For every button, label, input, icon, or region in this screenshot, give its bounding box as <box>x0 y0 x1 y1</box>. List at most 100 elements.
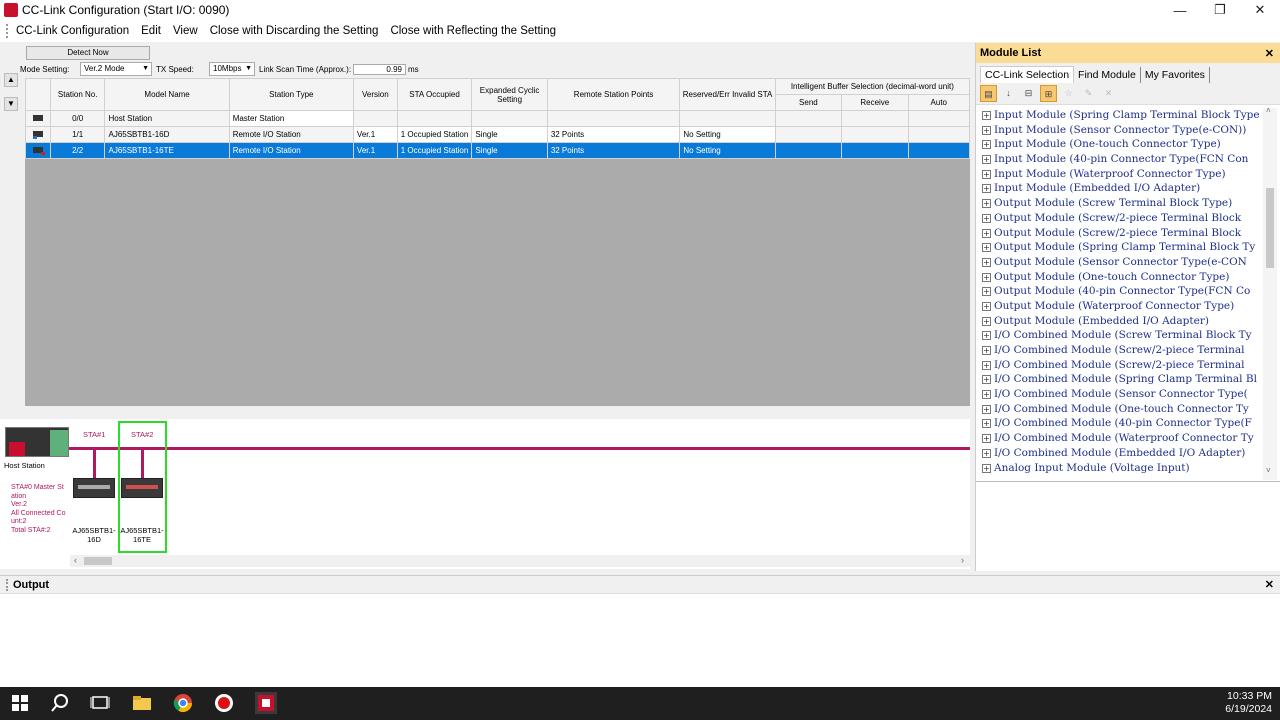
table-row[interactable]: 1/1 AJ65SBTB1-16D Remote I/O Station Ver… <box>25 126 971 143</box>
col-model-name[interactable]: Model Name <box>104 78 230 111</box>
list-item[interactable]: + Input Module (Waterproof Connector Type… <box>980 167 1264 182</box>
panel-grip <box>6 578 9 591</box>
diagram-horizontal-scrollbar[interactable]: ‹ › <box>70 555 970 567</box>
table-row-selected[interactable]: 2/2 AJ65SBTB1-16TE Remote I/O Station Ve… <box>25 142 971 159</box>
move-down-button[interactable]: ▼ <box>4 97 18 111</box>
sta1-module[interactable] <box>73 478 115 498</box>
maximize-button[interactable]: ❐ <box>1200 0 1240 20</box>
detect-now-button[interactable]: Detect Now <box>26 46 150 60</box>
list-item[interactable]: + Output Module (Screw/2-piece Terminal B… <box>980 211 1264 226</box>
menu-close-discard[interactable]: Close with Discarding the Setting <box>204 25 385 37</box>
task-view-icon[interactable] <box>89 692 111 714</box>
col-remote-points[interactable]: Remote Station Points <box>546 78 681 111</box>
windows-start-icon[interactable] <box>9 692 31 714</box>
cell-reserved[interactable]: No Setting <box>679 126 776 143</box>
list-item[interactable]: + I/O Combined Module (Spring Clamp Termi… <box>980 372 1264 387</box>
col-send[interactable]: Send <box>774 94 843 111</box>
cell-sta-occupied[interactable]: 1 Occupied Station <box>396 126 473 143</box>
tx-speed-select[interactable]: 10Mbps ▼ <box>209 62 255 76</box>
module-list-vertical-scrollbar[interactable]: ˄ ˅ <box>1263 106 1277 480</box>
list-item[interactable]: + Input Module (Spring Clamp Terminal Blo… <box>980 108 1264 123</box>
list-item[interactable]: + Input Module (40-pin Connector Type(FCN… <box>980 152 1264 167</box>
col-expanded-cyclic[interactable]: Expanded Cyclic Setting <box>471 78 548 111</box>
list-item[interactable]: + I/O Combined Module (Screw Terminal Blo… <box>980 328 1264 343</box>
cell-reserved[interactable]: No Setting <box>679 142 776 159</box>
tab-my-favorites[interactable]: My Favorites <box>1141 67 1210 83</box>
list-item[interactable]: + I/O Combined Module (Sensor Connector T… <box>980 387 1264 402</box>
list-item[interactable]: + I/O Combined Module (Waterproof Connect… <box>980 431 1264 446</box>
host-station-module[interactable] <box>5 427 69 457</box>
sort-alpha-icon[interactable]: ↓ <box>1000 85 1017 102</box>
list-item[interactable]: + I/O Combined Module (Screw/2-piece Term… <box>980 343 1264 358</box>
scroll-up-icon[interactable]: ˄ <box>1266 106 1271 115</box>
close-icon[interactable]: ✕ <box>1265 578 1274 591</box>
record-icon[interactable] <box>213 692 235 714</box>
chevron-down-icon: ▼ <box>245 65 252 72</box>
gx-works-icon[interactable] <box>255 692 277 714</box>
system-clock[interactable]: 10:33 PM 6/19/2024 <box>1225 690 1272 716</box>
list-item[interactable]: + Input Module (Sensor Connector Type(e-C… <box>980 123 1264 138</box>
close-button[interactable]: ✕ <box>1240 0 1280 20</box>
menu-close-reflect[interactable]: Close with Reflecting the Setting <box>384 25 562 37</box>
list-item[interactable]: + Analog Input Module (Voltage Input) <box>980 461 1264 476</box>
delete-favorite-icon: ✕ <box>1104 88 1113 98</box>
mode-setting-select[interactable]: Ver.2 Mode ▼ <box>80 62 152 76</box>
search-icon[interactable] <box>49 692 71 714</box>
menu-view[interactable]: View <box>167 25 204 37</box>
expand-icon: + <box>982 140 991 150</box>
tab-find-module[interactable]: Find Module <box>1074 67 1141 83</box>
scroll-down-icon[interactable]: ˅ <box>1266 466 1271 475</box>
minimize-button[interactable]: — <box>1160 0 1200 20</box>
col-sta-occupied[interactable]: STA Occupied <box>396 78 473 111</box>
file-explorer-icon[interactable] <box>131 692 153 714</box>
cell-station-type[interactable]: Master Station <box>228 110 354 127</box>
scrollbar-thumb[interactable] <box>1266 188 1274 268</box>
cell-station-type[interactable]: Remote I/O Station <box>228 142 354 159</box>
chrome-icon[interactable] <box>172 692 194 714</box>
list-item[interactable]: + Output Module (Screw Terminal Block Typ… <box>980 196 1264 211</box>
list-item[interactable]: + Output Module (Sensor Connector Type(e-… <box>980 255 1264 270</box>
list-item[interactable]: + I/O Combined Module (40-pin Connector T… <box>980 416 1264 431</box>
table-row[interactable]: 0/0 Host Station Master Station <box>25 110 971 127</box>
tab-cclink-selection[interactable]: CC-Link Selection <box>980 66 1075 83</box>
cell-remote-points[interactable]: 32 Points <box>546 142 681 159</box>
scrollbar-thumb[interactable] <box>84 557 112 565</box>
favorite-star-icon: ☆ <box>1064 88 1073 98</box>
col-reserved[interactable]: Reserved/Err Invalid STA <box>679 78 776 111</box>
close-icon[interactable]: ✕ <box>1265 47 1274 60</box>
expand-icon: + <box>982 243 991 253</box>
scroll-right-icon[interactable]: › <box>961 555 964 565</box>
cell-version[interactable]: Ver.1 <box>352 126 398 143</box>
col-station-type[interactable]: Station Type <box>228 78 354 111</box>
list-item[interactable]: + I/O Combined Module (One-touch Connecto… <box>980 402 1264 417</box>
list-item[interactable]: + I/O Combined Module (Embedded I/O Adapt… <box>980 446 1264 461</box>
cell-expanded-cyclic[interactable]: Single <box>471 142 548 159</box>
cell-version[interactable]: Ver.1 <box>352 142 398 159</box>
cell-sta-occupied[interactable]: 1 Occupied Station <box>396 142 473 159</box>
title-bar: CC-Link Configuration (Start I/O: 0090) … <box>0 0 1280 20</box>
list-item[interactable]: + Output Module (One-touch Connector Type… <box>980 270 1264 285</box>
col-auto[interactable]: Auto <box>907 94 971 111</box>
cell-expanded-cyclic[interactable]: Single <box>471 126 548 143</box>
col-station-no[interactable]: Station No. <box>49 78 106 111</box>
list-item[interactable]: + Output Module (Screw/2-piece Terminal B… <box>980 226 1264 241</box>
scroll-left-icon[interactable]: ‹ <box>74 555 77 565</box>
list-item[interactable]: + Output Module (Waterproof Connector Typ… <box>980 299 1264 314</box>
list-item[interactable]: + Output Module (Spring Clamp Terminal Bl… <box>980 240 1264 255</box>
col-receive[interactable]: Receive <box>841 94 909 111</box>
collapse-all-icon[interactable]: ⊟ <box>1020 85 1037 102</box>
list-item[interactable]: + Input Module (Embedded I/O Adapter) <box>980 181 1264 196</box>
move-up-button[interactable]: ▲ <box>4 73 18 87</box>
cell-model-name: AJ65SBTB1-16D <box>104 126 230 143</box>
list-item[interactable]: + Output Module (Embedded I/O Adapter) <box>980 314 1264 329</box>
sort-category-icon[interactable]: ▤ <box>980 85 997 102</box>
menu-cclink-configuration[interactable]: CC-Link Configuration <box>10 25 135 37</box>
list-item[interactable]: + Input Module (One-touch Connector Type) <box>980 137 1264 152</box>
list-item[interactable]: + I/O Combined Module (Screw/2-piece Term… <box>980 358 1264 373</box>
expand-all-icon[interactable]: ⊞ <box>1040 85 1057 102</box>
cell-station-type[interactable]: Remote I/O Station <box>228 126 354 143</box>
menu-edit[interactable]: Edit <box>135 25 167 37</box>
cell-remote-points[interactable]: 32 Points <box>546 126 681 143</box>
col-version[interactable]: Version <box>352 78 398 111</box>
list-item[interactable]: + Output Module (40-pin Connector Type(FC… <box>980 284 1264 299</box>
